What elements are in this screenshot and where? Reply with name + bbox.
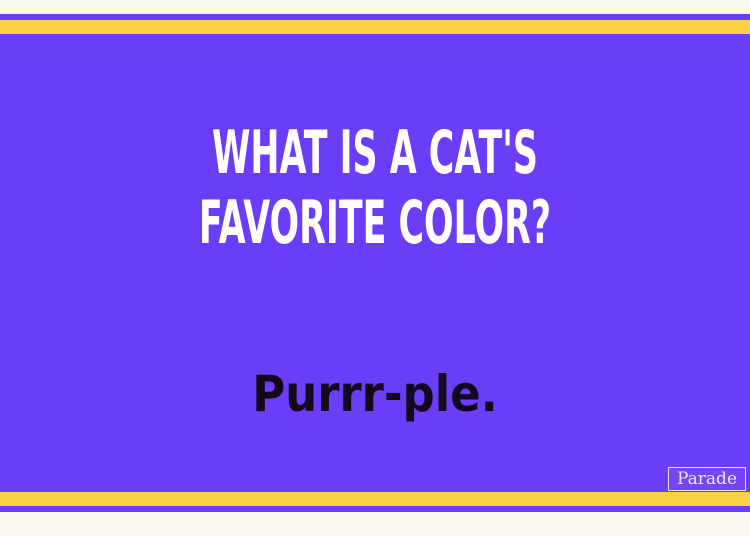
- joke-question: WHAT IS A CAT'S FAVORITE COLOR?: [158, 118, 593, 258]
- top-yellow-stripe: [0, 20, 750, 34]
- question-line-1: WHAT IS A CAT'S: [212, 118, 538, 188]
- joke-card: WHAT IS A CAT'S FAVORITE COLOR? Purrr-pl…: [0, 0, 750, 536]
- parade-watermark: Parade: [668, 467, 746, 491]
- joke-answer: Purrr-ple.: [252, 365, 498, 423]
- bottom-yellow-stripe: [0, 492, 750, 506]
- bottom-purple-stripe: [0, 506, 750, 512]
- question-line-2: FAVORITE COLOR?: [198, 188, 552, 258]
